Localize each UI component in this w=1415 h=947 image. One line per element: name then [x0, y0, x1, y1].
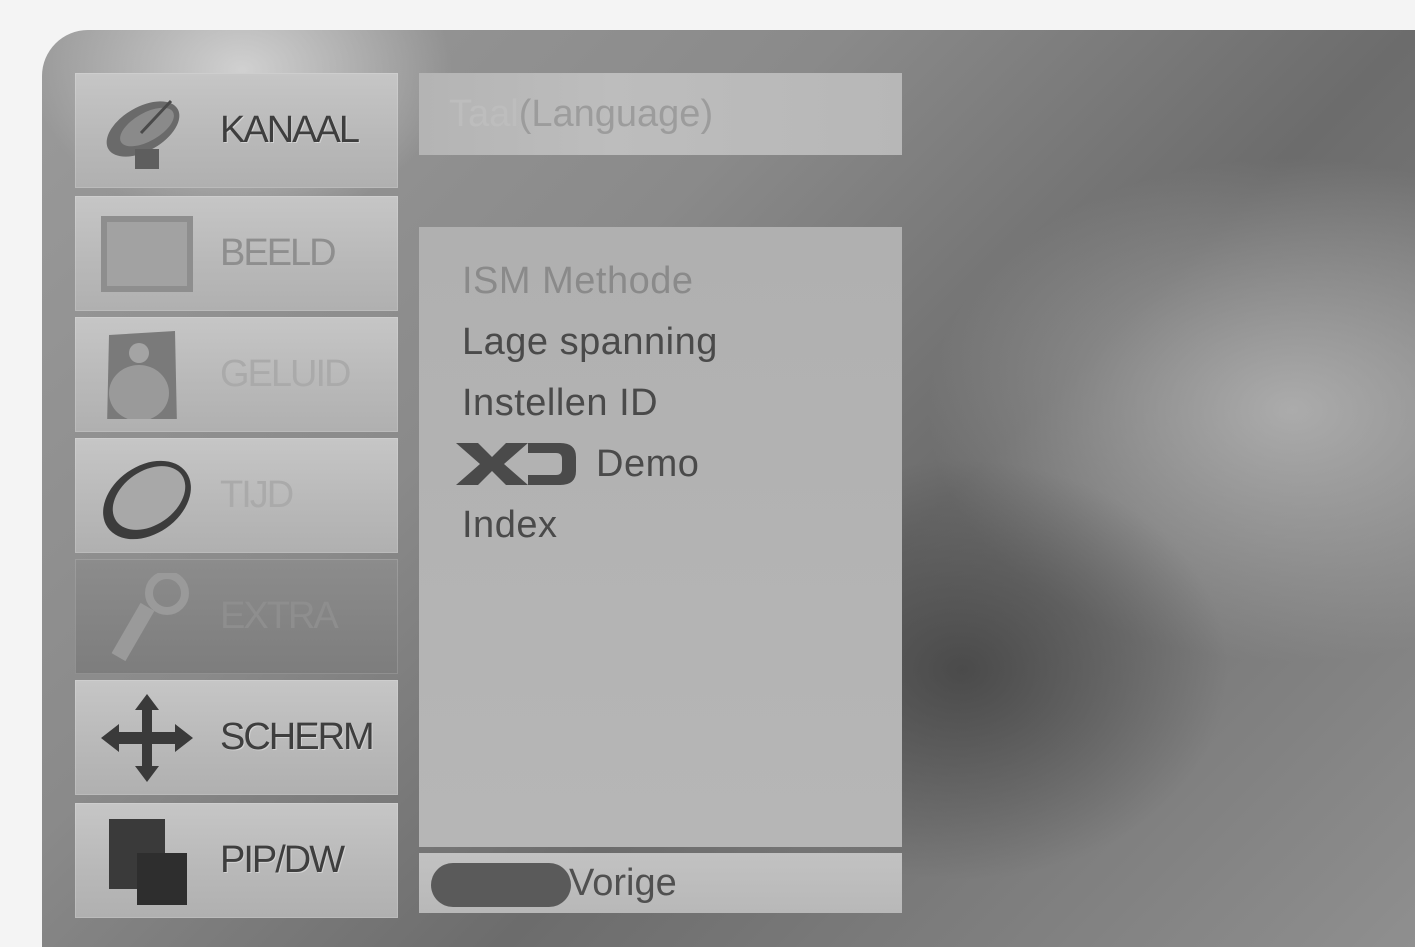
menu-item-tijd[interactable]: TIJD [75, 438, 398, 553]
menu-item-label: PIP/DW [220, 839, 345, 881]
option-lage-spanning[interactable]: Lage spanning [462, 314, 718, 370]
option-xd-demo[interactable]: XD Demo [456, 436, 700, 492]
menu-item-beeld[interactable]: BEELD [75, 196, 398, 311]
option-index[interactable]: Index [462, 497, 557, 553]
key-icon [111, 573, 189, 661]
submenu-title-faded-part: Taal [449, 92, 519, 135]
xd-logo-text: XD [456, 443, 458, 444]
option-label: Demo [596, 442, 700, 485]
pip-windows-icon [109, 819, 187, 905]
submenu-title-bar: Taal (Language) [419, 73, 902, 155]
back-label[interactable]: Vorige [569, 853, 677, 913]
move-arrows-icon [101, 694, 193, 782]
menu-item-geluid[interactable]: GELUID [75, 317, 398, 432]
picture-screen-icon [101, 216, 193, 292]
footer-bar: Vorige [419, 853, 902, 913]
tv-osd-screen: KANAAL BEELD GELUID TIJD EXTRA SCHERM PI… [42, 30, 1415, 947]
menu-item-label: BEELD [220, 232, 337, 274]
menu-item-label: EXTRA [220, 595, 339, 637]
option-instellen-id[interactable]: Instellen ID [462, 375, 658, 431]
xd-logo: XD [456, 443, 576, 485]
option-ism-methode[interactable]: ISM Methode [462, 253, 694, 309]
menu-item-extra[interactable]: EXTRA [75, 559, 398, 674]
menu-item-label: SCHERM [220, 716, 375, 758]
submenu-title-rest: (Language) [518, 92, 714, 135]
menu-item-kanaal[interactable]: KANAAL [75, 73, 398, 188]
menu-button-icon [431, 863, 571, 907]
menu-item-pip-dw[interactable]: PIP/DW [75, 803, 398, 918]
clock-icon [103, 460, 191, 540]
satellite-dish-icon [106, 99, 180, 169]
speaker-icon [107, 331, 177, 419]
menu-item-label: KANAAL [220, 109, 360, 151]
menu-item-label: TIJD [220, 474, 294, 516]
menu-item-scherm[interactable]: SCHERM [75, 680, 398, 795]
menu-item-label: GELUID [220, 353, 351, 395]
submenu-options-panel: ISM Methode Lage spanning Instellen ID X… [419, 227, 902, 847]
submenu-title[interactable]: Taal (Language) [419, 73, 902, 155]
